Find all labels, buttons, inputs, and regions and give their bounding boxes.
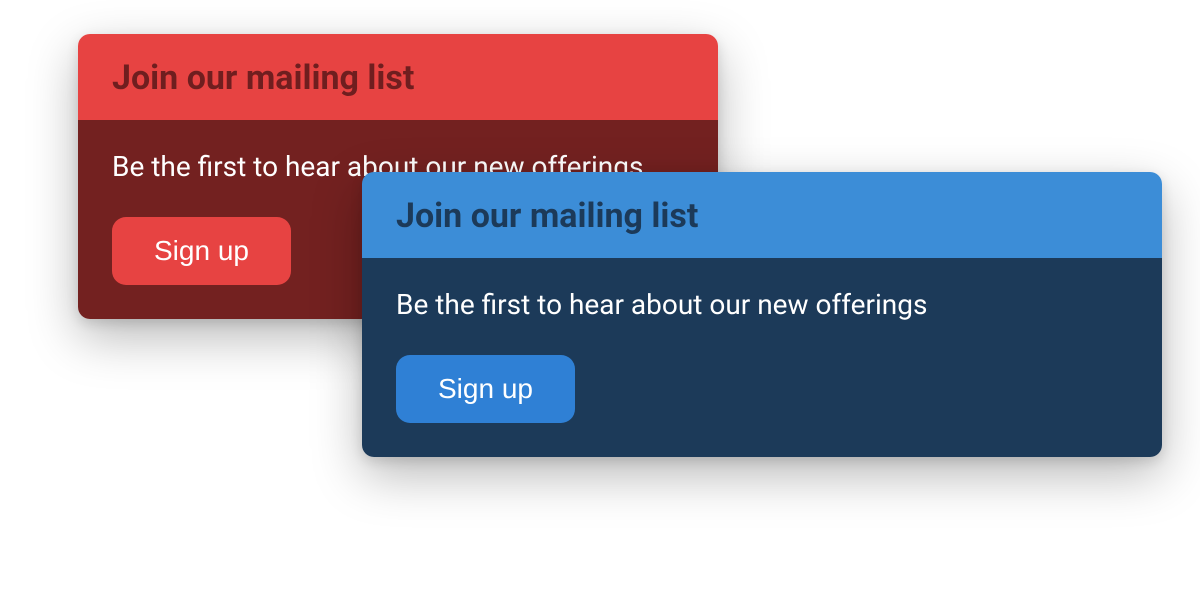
card-header: Join our mailing list [362,172,1162,258]
card-body: Be the first to hear about our new offer… [362,258,1162,457]
card-title: Join our mailing list [112,58,414,98]
mailing-list-card-blue: Join our mailing list Be the first to he… [362,172,1162,457]
card-header: Join our mailing list [78,34,718,120]
sign-up-button[interactable]: Sign up [396,355,575,423]
card-title: Join our mailing list [396,196,698,236]
sign-up-button[interactable]: Sign up [112,217,291,285]
card-body-text: Be the first to hear about our new offer… [396,288,1128,321]
